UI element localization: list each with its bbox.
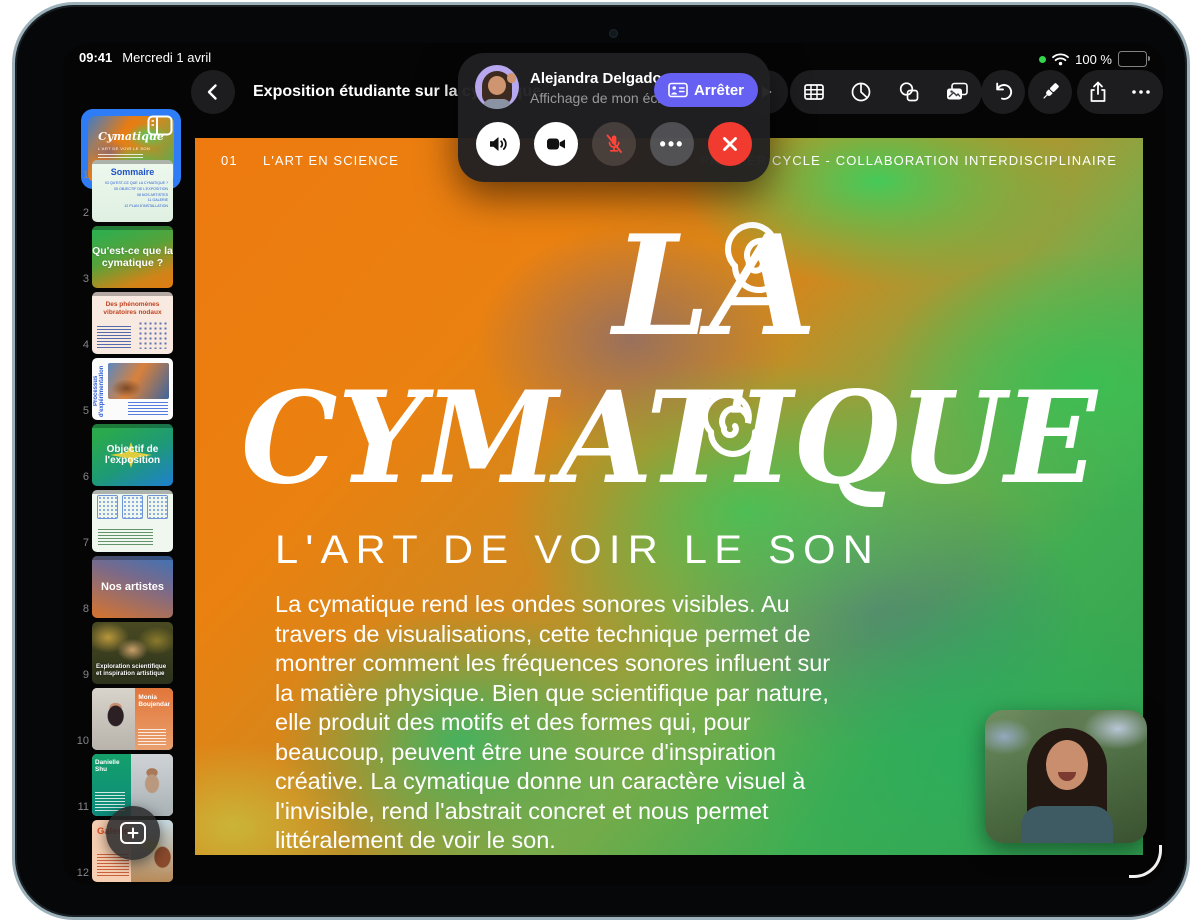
battery-icon (1118, 51, 1147, 67)
thumbnail-photo (108, 363, 169, 399)
battery-percent: 100 % (1075, 52, 1112, 67)
end-call-button[interactable] (708, 122, 752, 166)
stop-sharing-button[interactable]: Arrêter (654, 73, 758, 107)
media-button[interactable] (944, 80, 970, 104)
camera-button[interactable] (534, 122, 578, 166)
undo-button[interactable] (981, 70, 1025, 114)
facetime-overlay[interactable]: Alejandra Delgado Affichage de mon écran… (458, 53, 770, 182)
ellipsis-icon: ••• (660, 139, 685, 149)
camera-active-indicator (1039, 56, 1046, 63)
paintbrush-icon (1038, 80, 1062, 104)
share-icon (1087, 80, 1109, 104)
slide-category-label[interactable]: L'ART EN SCIENCE (263, 153, 399, 168)
table-button[interactable] (802, 80, 826, 104)
mute-button[interactable] (592, 122, 636, 166)
share-more-group (1077, 70, 1163, 114)
slide-number-label[interactable]: 01 (221, 153, 263, 168)
slide-thumbnail-10[interactable]: 10 Monia Boujendar (71, 688, 183, 750)
add-slide-button[interactable] (106, 806, 160, 860)
share-button[interactable] (1087, 80, 1109, 104)
slide-thumbnail-8[interactable]: 8 Nos artistes (71, 556, 183, 618)
corner-highlight (1129, 845, 1162, 878)
photos-icon (944, 80, 970, 104)
close-icon (720, 134, 740, 154)
speaker-icon (486, 132, 510, 156)
clock-date: Mercredi 1 avril (122, 50, 211, 65)
pie-chart-icon (849, 80, 873, 104)
undo-icon (991, 80, 1015, 104)
video-camera-icon (544, 132, 568, 156)
wifi-icon (1052, 53, 1069, 66)
slide-thumbnail-4[interactable]: 4 Des phénomènes vibratoires nodaux (71, 292, 183, 354)
slide-thumbnail-6[interactable]: 6 Objectif de l'exposition (71, 424, 183, 486)
slide-title-line2: CYMATIQUE (241, 364, 1099, 508)
slide-thumbnail-2[interactable]: 2 Sommaire 03 QU'EST-CE QUE LA CYMATIQUE… (71, 160, 183, 222)
pattern-motifs (97, 495, 168, 519)
insert-toolbar-group (790, 70, 982, 114)
table-icon (802, 80, 826, 104)
ellipsis-icon (1129, 80, 1153, 104)
back-button[interactable] (191, 70, 235, 114)
status-bar-right: 100 % (1039, 51, 1147, 67)
slide-title-art[interactable]: LA CYMATIQUE (195, 174, 1143, 508)
slide-thumbnail-9[interactable]: 9 Exploration scientifique et inspiratio… (71, 622, 183, 684)
shapes-button[interactable] (897, 80, 921, 104)
screen: 09:41 Mercredi 1 avril 100 % Exposition … (63, 43, 1165, 885)
thumbnail-photo (92, 688, 135, 750)
slide-title-line1: LA (609, 204, 817, 367)
pattern-motif (138, 321, 168, 349)
ipad-device: 09:41 Mercredi 1 avril 100 % Exposition … (12, 2, 1190, 920)
mic-muted-icon (602, 132, 626, 156)
caller-name: Alejandra Delgado (530, 70, 662, 87)
screen-share-icon (668, 82, 688, 98)
slide-body-text[interactable]: La cymatique rend les ondes sonores visi… (275, 590, 849, 855)
format-button[interactable] (1028, 70, 1072, 114)
sidebar-toggle-icon (147, 115, 173, 136)
slide-thumbnail-5[interactable]: 5 Processus d'expérimentation (71, 358, 183, 420)
slide-thumbnail-7[interactable]: 7 (71, 490, 183, 552)
more-button[interactable] (1129, 80, 1153, 104)
shapes-icon (897, 80, 921, 104)
speaker-button[interactable] (476, 122, 520, 166)
front-camera (609, 29, 618, 38)
call-more-button[interactable]: ••• (650, 122, 694, 166)
slide-subtitle[interactable]: L'ART DE VOIR LE SON (275, 528, 880, 573)
status-bar-left: 09:41 Mercredi 1 avril (79, 50, 211, 65)
avatar (475, 65, 519, 109)
chevron-left-icon (203, 82, 223, 102)
add-slide-icon (119, 821, 147, 845)
chart-button[interactable] (849, 80, 873, 104)
clock-time: 09:41 (79, 50, 112, 65)
pip-video-tile[interactable] (985, 710, 1147, 843)
slide-thumbnail-3[interactable]: 3 Qu'est-ce que la cymatique ? (71, 226, 183, 288)
hide-navigator-button[interactable] (147, 115, 173, 136)
